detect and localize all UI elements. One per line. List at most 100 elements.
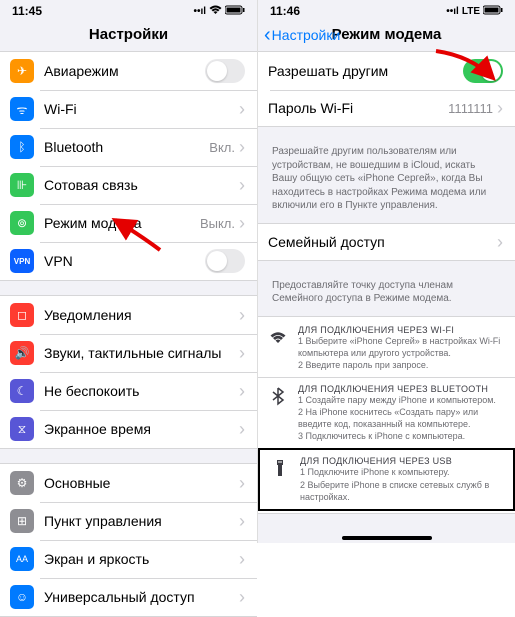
row-airplane[interactable]: ✈ Авиарежим — [0, 52, 257, 90]
hotspot-icon: ⊚ — [10, 211, 34, 235]
row-dnd[interactable]: ☾ Не беспокоить › — [0, 372, 257, 410]
row-sounds[interactable]: 🔊 Звуки, тактильные сигналы › — [0, 334, 257, 372]
gear-icon: ⚙ — [10, 471, 34, 495]
row-label: Не беспокоить — [44, 383, 239, 399]
chevron-right-icon: › — [497, 99, 503, 117]
instructions-title: ДЛЯ ПОДКЛЮЧЕНИЯ ЧЕРЕЗ USB — [300, 456, 503, 466]
chevron-left-icon: ‹ — [264, 25, 271, 45]
chevron-right-icon: › — [239, 214, 245, 232]
row-label: Wi-Fi — [44, 101, 235, 117]
instructions-usb: ДЛЯ ПОДКЛЮЧЕНИЯ ЧЕРЕЗ USB 1 Подключите i… — [258, 448, 515, 510]
chevron-right-icon: › — [239, 512, 245, 530]
row-hotspot[interactable]: ⊚ Режим модема Выкл. › — [0, 204, 257, 242]
airplane-toggle[interactable] — [205, 59, 245, 83]
sound-icon: 🔊 — [10, 341, 34, 365]
instructions-step: 2 Введите пароль при запросе. — [298, 359, 505, 371]
row-display[interactable]: AA Экран и яркость › — [0, 540, 257, 578]
row-value: Выкл. — [200, 216, 235, 231]
chevron-right-icon: › — [239, 138, 245, 156]
instructions-step: 1 Выберите «iPhone Сергей» в настройках … — [298, 335, 505, 359]
row-control-center[interactable]: ⊞ Пункт управления › — [0, 502, 257, 540]
row-label: Сотовая связь — [44, 177, 239, 193]
row-accessibility[interactable]: ☺ Универсальный доступ › — [0, 578, 257, 616]
row-label: Разрешать другим — [268, 63, 463, 79]
row-value: Вкл. — [209, 140, 235, 155]
instructions-step: 2 На iPhone коснитесь «Создать пару» или… — [298, 406, 505, 430]
display-icon: AA — [10, 547, 34, 571]
chevron-right-icon: › — [239, 306, 245, 324]
wifi-icon: ᯤ — [10, 97, 34, 121]
hotspot-screen: 11:46 ••ıl LTE ‹ Настройки Режим модема … — [258, 0, 515, 543]
row-screentime[interactable]: ⧖ Экранное время › — [0, 410, 257, 448]
row-family-sharing[interactable]: Семейный доступ › — [258, 224, 515, 260]
back-button[interactable]: ‹ Настройки — [264, 25, 340, 45]
home-indicator[interactable] — [342, 536, 432, 540]
row-label: Bluetooth — [44, 139, 209, 155]
row-label: Звуки, тактильные сигналы — [44, 345, 239, 361]
row-label: Универсальный доступ — [44, 589, 239, 605]
footer-allow: Разрешайте другим пользователям или устр… — [258, 141, 515, 223]
settings-group-notifications: ◻ Уведомления › 🔊 Звуки, тактильные сигн… — [0, 295, 257, 449]
nav-bar: ‹ Настройки Режим модема — [258, 20, 515, 51]
row-password[interactable]: Пароль Wi-Fi 1111111 › — [258, 90, 515, 126]
vpn-toggle[interactable] — [205, 249, 245, 273]
allow-others-toggle[interactable] — [463, 59, 503, 83]
bluetooth-icon: ᛒ — [10, 135, 34, 159]
settings-screen: 11:45 ••ıl Настройки ✈ Авиарежим ᯤ Wi-Fi… — [0, 0, 258, 543]
row-label: Экран и яркость — [44, 551, 239, 567]
signal-icon: ••ıl — [193, 6, 206, 17]
instructions-step: 1 Подключите iPhone к компьютеру. — [300, 466, 503, 478]
back-label: Настройки — [272, 27, 341, 43]
vpn-icon: VPN — [10, 249, 34, 273]
row-general[interactable]: ⚙ Основные › — [0, 464, 257, 502]
accessibility-icon: ☺ — [10, 585, 34, 609]
battery-icon — [483, 5, 503, 18]
network-label: LTE — [462, 6, 480, 17]
row-label: Уведомления — [44, 307, 239, 323]
footer-family: Предоставляйте точку доступа членам Семе… — [258, 275, 515, 316]
row-cellular[interactable]: ⊪ Сотовая связь › — [0, 166, 257, 204]
group-family: Семейный доступ › — [258, 223, 515, 261]
chevron-right-icon: › — [239, 550, 245, 568]
settings-group-general: ⚙ Основные › ⊞ Пункт управления › AA Экр… — [0, 463, 257, 617]
row-wifi[interactable]: ᯤ Wi-Fi › — [0, 90, 257, 128]
row-label: Основные — [44, 475, 239, 491]
settings-group-connectivity: ✈ Авиарежим ᯤ Wi-Fi › ᛒ Bluetooth Вкл. ›… — [0, 51, 257, 281]
instructions-title: ДЛЯ ПОДКЛЮЧЕНИЯ ЧЕРЕЗ BLUETOOTH — [298, 384, 505, 394]
nav-bar: Настройки — [0, 20, 257, 51]
row-label: Авиарежим — [44, 63, 205, 79]
chevron-right-icon: › — [239, 382, 245, 400]
usb-icon — [270, 458, 290, 478]
battery-icon — [225, 5, 245, 18]
instructions-title: ДЛЯ ПОДКЛЮЧЕНИЯ ЧЕРЕЗ WI-FI — [298, 325, 505, 335]
status-time: 11:45 — [12, 4, 42, 18]
chevron-right-icon: › — [239, 420, 245, 438]
page-title: Настройки — [89, 26, 168, 43]
row-bluetooth[interactable]: ᛒ Bluetooth Вкл. › — [0, 128, 257, 166]
row-vpn[interactable]: VPN VPN — [0, 242, 257, 280]
row-label: Пароль Wi-Fi — [268, 100, 448, 116]
instructions-wifi: ДЛЯ ПОДКЛЮЧЕНИЯ ЧЕРЕЗ WI-FI 1 Выберите «… — [258, 319, 515, 377]
row-value: 1111111 — [448, 101, 493, 116]
row-label: VPN — [44, 253, 205, 269]
status-bar: 11:46 ••ıl LTE — [258, 0, 515, 20]
instructions-step: 1 Создайте пару между iPhone и компьютер… — [298, 394, 505, 406]
chevron-right-icon: › — [239, 474, 245, 492]
chevron-right-icon: › — [239, 176, 245, 194]
row-label: Режим модема — [44, 215, 200, 231]
chevron-right-icon: › — [497, 233, 503, 251]
row-notifications[interactable]: ◻ Уведомления › — [0, 296, 257, 334]
status-indicators: ••ıl — [193, 5, 245, 18]
signal-icon: ••ıl — [446, 6, 459, 17]
wifi-icon — [209, 5, 222, 18]
wifi-icon — [268, 327, 288, 347]
status-time: 11:46 — [270, 4, 300, 18]
instructions-step: 3 Подключитесь к iPhone с компьютера. — [298, 430, 505, 442]
bell-icon: ◻ — [10, 303, 34, 327]
row-allow-others[interactable]: Разрешать другим — [258, 52, 515, 90]
row-label: Семейный доступ — [268, 234, 497, 250]
bluetooth-icon — [268, 386, 288, 406]
antenna-icon: ⊪ — [10, 173, 34, 197]
chevron-right-icon: › — [239, 588, 245, 606]
chevron-right-icon: › — [239, 344, 245, 362]
